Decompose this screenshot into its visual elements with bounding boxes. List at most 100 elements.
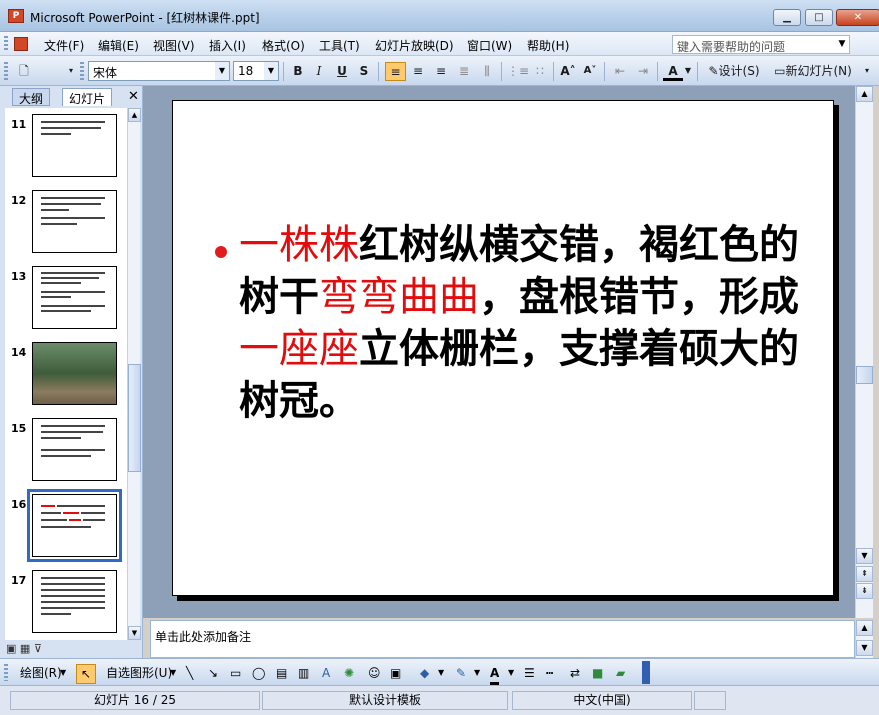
font-name-combo[interactable]: 宋体 ▼: [88, 61, 230, 81]
increase-indent-icon[interactable]: ⇥: [633, 62, 653, 81]
normal-view-icon[interactable]: ▣: [6, 642, 16, 655]
menu-view[interactable]: 视图(V): [153, 37, 195, 54]
font-color-draw-icon[interactable]: A: [490, 664, 500, 685]
size-dropdown-icon[interactable]: ▼: [264, 62, 278, 80]
document-icon[interactable]: [14, 37, 28, 51]
next-slide-icon[interactable]: ⇟: [856, 583, 873, 599]
slide-thumbnail-17[interactable]: [32, 570, 117, 633]
maximize-button[interactable]: □: [805, 9, 833, 26]
justify-icon[interactable]: ≣: [454, 62, 474, 81]
drawbar-grip[interactable]: [4, 664, 8, 681]
menu-slideshow[interactable]: 幻灯片放映(D): [375, 37, 454, 54]
menu-file[interactable]: 文件(F): [44, 37, 84, 54]
line-style-icon[interactable]: ☰: [524, 664, 535, 682]
decrease-indent-icon[interactable]: ⇤: [610, 62, 630, 81]
clipart-icon[interactable]: ☺: [368, 664, 381, 682]
scroll-thumb[interactable]: [128, 364, 141, 472]
select-pointer-icon[interactable]: ↖: [76, 664, 96, 684]
toolbar-options-icon[interactable]: [642, 661, 650, 684]
oval-icon[interactable]: ◯: [252, 664, 265, 682]
menu-edit[interactable]: 编辑(E): [98, 37, 139, 54]
align-left-icon[interactable]: ≡: [385, 62, 406, 81]
notes-scrollbar[interactable]: ▲ ▼: [855, 620, 873, 658]
close-button[interactable]: ✕: [836, 9, 879, 26]
3d-style-icon[interactable]: ▰: [616, 664, 625, 682]
font-color-icon[interactable]: A: [663, 62, 683, 81]
line-color-dropdown-icon[interactable]: ▼: [474, 664, 480, 682]
font-size-combo[interactable]: 18 ▼: [233, 61, 279, 81]
fill-color-icon[interactable]: ◆: [420, 664, 429, 682]
menu-insert[interactable]: 插入(I): [209, 37, 246, 54]
wordart-icon[interactable]: A: [322, 664, 330, 682]
notes-pane[interactable]: 单击此处添加备注: [150, 620, 855, 658]
shadow-button[interactable]: S: [355, 62, 373, 81]
autoshapes-button[interactable]: 自选图形(U): [106, 664, 172, 682]
powerpoint-app-icon[interactable]: P: [8, 9, 24, 23]
font-color-draw-dropdown-icon[interactable]: ▼: [508, 664, 514, 682]
help-dropdown-icon[interactable]: ▼: [834, 35, 850, 54]
dash-style-icon[interactable]: ┅: [546, 664, 553, 682]
textbox-icon[interactable]: ▤: [276, 664, 287, 682]
underline-button[interactable]: U: [333, 62, 351, 81]
toolbar-options-icon[interactable]: ▾: [66, 62, 76, 81]
rectangle-icon[interactable]: ▭: [230, 664, 241, 682]
slide-sorter-icon[interactable]: ▦: [20, 642, 30, 655]
scroll-up-icon[interactable]: ▲: [856, 620, 873, 636]
new-document-icon[interactable]: 🗋: [14, 62, 34, 81]
menu-format[interactable]: 格式(O): [262, 37, 305, 54]
minimize-button[interactable]: ▁: [773, 9, 801, 26]
scroll-up-icon[interactable]: ▲: [128, 108, 141, 122]
autoshapes-dropdown-icon[interactable]: ▼: [170, 664, 176, 682]
scroll-up-icon[interactable]: ▲: [856, 86, 873, 102]
slide-scrollbar[interactable]: ▲ ▼ ⇞ ⇟: [855, 86, 873, 618]
scroll-down-icon[interactable]: ▼: [856, 640, 873, 656]
thumbnail-scrollbar[interactable]: ▲ ▼: [127, 108, 141, 640]
slide-thumbnail-16-selected[interactable]: [27, 489, 122, 562]
toolbar-grip[interactable]: [4, 62, 8, 81]
decrease-font-icon[interactable]: A˅: [580, 62, 600, 81]
font-color-dropdown-icon[interactable]: ▼: [683, 62, 693, 81]
slide-thumbnail-11[interactable]: [32, 114, 117, 177]
draw-dropdown-icon[interactable]: ▼: [60, 664, 66, 682]
toolbar-grip-2[interactable]: [80, 62, 84, 81]
scroll-down-icon[interactable]: ▼: [856, 548, 873, 564]
bold-button[interactable]: B: [289, 62, 307, 81]
diagram-icon[interactable]: ✺: [344, 664, 354, 682]
panel-close-icon[interactable]: ✕: [128, 89, 139, 104]
slide-thumbnail-12[interactable]: [32, 190, 117, 253]
vertical-textbox-icon[interactable]: ▥: [298, 664, 309, 682]
toolbar-overflow-icon[interactable]: ▾: [862, 62, 872, 81]
arrow-icon[interactable]: ↘: [208, 664, 218, 682]
scroll-down-icon[interactable]: ▼: [128, 626, 141, 640]
slide-body-text[interactable]: 一株株红树纵横交错，褐红色的树干弯弯曲曲，盘根错节，形成一座座立体栅栏，支撑着硕…: [239, 219, 799, 427]
arrow-style-icon[interactable]: ⇄: [570, 664, 580, 682]
menu-help[interactable]: 帮助(H): [527, 37, 569, 54]
italic-button[interactable]: I: [310, 62, 328, 81]
shadow-style-icon[interactable]: ■: [592, 664, 603, 682]
increase-font-icon[interactable]: A˄: [558, 62, 578, 81]
font-dropdown-icon[interactable]: ▼: [215, 62, 229, 80]
line-icon[interactable]: ╲: [186, 664, 193, 682]
previous-slide-icon[interactable]: ⇞: [856, 566, 873, 582]
scroll-thumb[interactable]: [856, 366, 873, 384]
picture-icon[interactable]: ▣: [390, 664, 401, 682]
slideshow-icon[interactable]: ⊽: [34, 642, 42, 655]
new-slide-button[interactable]: ▭新幻灯片(N): [769, 62, 857, 81]
design-button[interactable]: ✎设计(S): [703, 62, 765, 81]
tab-outline[interactable]: 大纲: [12, 88, 51, 106]
menu-window[interactable]: 窗口(W): [467, 37, 512, 54]
line-color-icon[interactable]: ✎: [456, 664, 466, 682]
draw-menu-button[interactable]: 绘图(R): [20, 664, 62, 682]
current-slide[interactable]: 一株株红树纵横交错，褐红色的树干弯弯曲曲，盘根错节，形成一座座立体栅栏，支撑着硕…: [172, 100, 834, 596]
menu-grip[interactable]: [4, 36, 8, 52]
align-right-icon[interactable]: ≡: [431, 62, 451, 81]
fill-color-dropdown-icon[interactable]: ▼: [438, 664, 444, 682]
distribute-icon[interactable]: ⫼: [477, 62, 497, 81]
bullets-icon[interactable]: ∷: [530, 62, 550, 81]
help-search-input[interactable]: 键入需要帮助的问题: [672, 35, 850, 54]
slide-thumbnail-13[interactable]: [32, 266, 117, 329]
slide-thumbnail-14-mangrove-photo[interactable]: [32, 342, 117, 405]
tab-slides[interactable]: 幻灯片: [62, 88, 113, 106]
menu-tools[interactable]: 工具(T): [319, 37, 360, 54]
numbering-icon[interactable]: ⋮≡: [507, 62, 529, 81]
